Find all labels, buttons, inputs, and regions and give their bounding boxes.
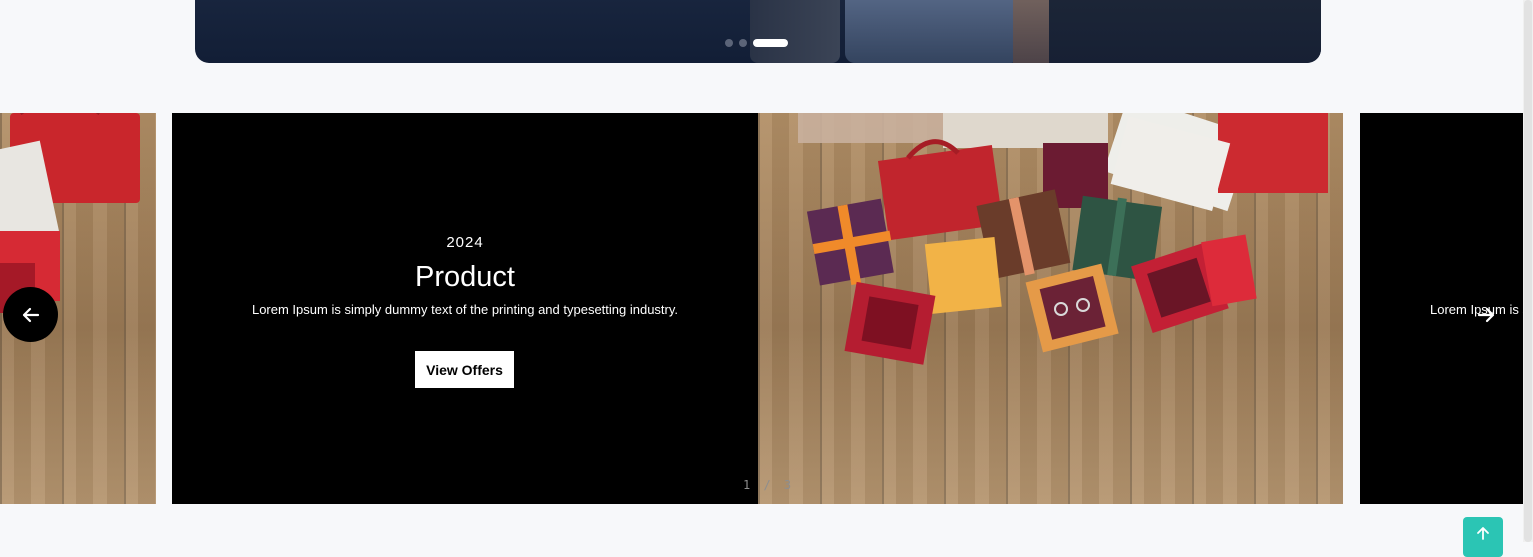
current-slide: 2024 Product Lorem Ipsum is simply dummy…	[172, 113, 1343, 504]
slide-content: 2024 Product Lorem Ipsum is simply dummy…	[172, 113, 758, 504]
slide-year: 2024	[446, 234, 484, 251]
hero-pagination	[725, 39, 788, 47]
slider-prev-button[interactable]	[3, 287, 58, 342]
scrollbar-thumb[interactable]	[1524, 0, 1532, 542]
hero-dot[interactable]	[725, 39, 733, 47]
slide-image	[758, 113, 1343, 504]
product-slider: 2024 Product Lorem Ipsum is simply dummy…	[0, 113, 1523, 504]
slide-counter: 1 / 3	[743, 478, 795, 492]
gift-boxes-image	[798, 113, 1328, 365]
hero-dot-active[interactable]	[753, 39, 788, 47]
arrow-right-icon	[1477, 307, 1494, 322]
slide-title: Product	[415, 261, 515, 293]
hero-dot[interactable]	[739, 39, 747, 47]
slide-description: Lorem Ipsum is simply dummy text of the …	[251, 302, 679, 317]
slider-next-button[interactable]	[1458, 287, 1513, 342]
hero-image-shape	[750, 0, 840, 63]
arrow-left-icon	[22, 307, 39, 322]
view-offers-button[interactable]: View Offers	[415, 351, 514, 388]
hero-image-shape	[1013, 0, 1049, 63]
hero-image-shape	[1049, 0, 1321, 63]
hero-banner	[195, 0, 1321, 63]
hero-image-shape	[845, 0, 1020, 63]
scroll-to-top-button[interactable]	[1463, 517, 1503, 557]
arrow-up-icon	[1477, 527, 1489, 540]
page-scrollbar[interactable]	[1523, 0, 1533, 542]
